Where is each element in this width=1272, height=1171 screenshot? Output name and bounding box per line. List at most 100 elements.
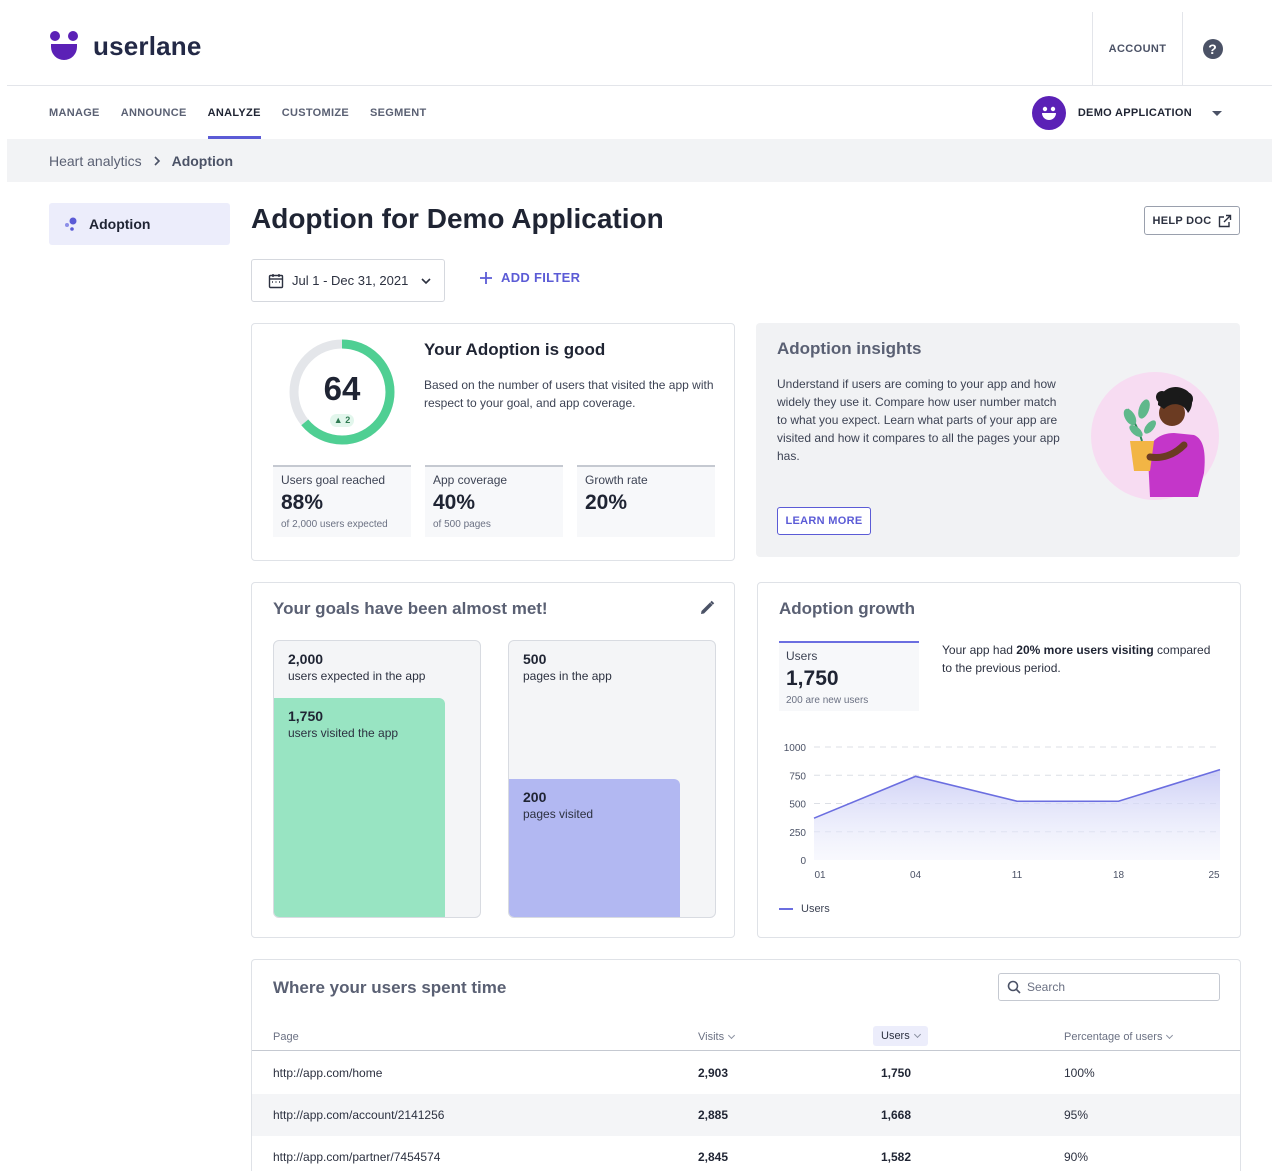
external-link-icon — [1218, 214, 1231, 227]
cell-percentage: 95% — [1064, 1108, 1089, 1122]
column-label: Page — [273, 1031, 299, 1043]
metric-value: 20% — [585, 491, 628, 514]
breadcrumb-current: Adoption — [171, 152, 234, 169]
metric-label: Growth rate — [585, 473, 648, 487]
users-visited-text: users visited the app — [288, 726, 399, 740]
pages-goal-box: 500 pages in the app 200 pages visited — [508, 640, 716, 918]
column-header-page[interactable]: Page — [273, 1031, 299, 1043]
metric-sub: of 500 pages — [433, 519, 491, 530]
insights-body: Understand if users are coming to your a… — [777, 377, 1060, 463]
table-title: Where your users spent time — [273, 978, 507, 997]
cell-users: 1,582 — [881, 1150, 912, 1164]
add-filter-label: ADD FILTER — [501, 270, 581, 285]
pages-visited-value: 200 — [523, 789, 547, 805]
chart-legend: Users — [779, 903, 830, 915]
column-label: Users — [881, 1030, 910, 1042]
x-tick-label: 18 — [1113, 870, 1125, 881]
cell-page[interactable]: http://app.com/partner/7454574 — [273, 1150, 440, 1164]
metric-label: Users goal reached — [281, 473, 386, 487]
y-tick-label: 250 — [789, 828, 806, 839]
sidebar-item-label: Adoption — [89, 216, 151, 232]
users-stat-label: Users — [786, 649, 818, 663]
nav-tab-announce[interactable]: ANNOUNCE — [121, 87, 187, 139]
metric-growth-rate: Growth rate 20% — [577, 465, 715, 537]
chevron-down-icon — [1166, 1031, 1174, 1040]
person-with-plant-illustration — [1091, 372, 1219, 500]
column-header-users[interactable]: Users — [873, 1026, 928, 1046]
insights-title: Adoption insights — [777, 339, 922, 358]
top-header: userlane ACCOUNT ? — [7, 0, 1272, 86]
cell-page[interactable]: http://app.com/account/2141256 — [273, 1108, 444, 1122]
x-tick-label: 01 — [814, 870, 826, 881]
nav-tab-segment[interactable]: SEGMENT — [370, 87, 427, 139]
plus-icon — [480, 271, 492, 284]
cell-visits: 2,903 — [698, 1066, 729, 1080]
userlane-logo-icon — [50, 31, 78, 60]
legend-swatch — [779, 908, 793, 910]
breadcrumb-parent[interactable]: Heart analytics — [49, 153, 142, 169]
pages-total: 500 pages in the app — [523, 651, 612, 683]
app-frame: userlane ACCOUNT ? MANAGE ANNOUNCE ANALYZE… — [7, 0, 1272, 1171]
adoption-score-gauge: 64 ▲ 2 — [288, 338, 396, 446]
score-title: Your Adoption is good — [424, 340, 606, 359]
metric-users-goal: Users goal reached 88% of 2,000 users ex… — [273, 465, 411, 537]
breadcrumb: Heart analytics Adoption — [7, 139, 1272, 182]
nav-tab-customize[interactable]: CUSTOMIZE — [282, 87, 349, 139]
y-tick-label: 1000 — [784, 743, 807, 754]
users-visited: 1,750 users visited the app — [288, 708, 398, 740]
nav-tabs: MANAGE ANNOUNCE ANALYZE CUSTOMIZE SEGMENT — [49, 87, 427, 139]
add-filter-button[interactable]: ADD FILTER — [479, 270, 580, 285]
calendar-icon — [268, 273, 284, 288]
userlane-logo[interactable]: userlane — [49, 30, 202, 62]
y-tick-label: 0 — [800, 856, 806, 867]
growth-text-bold: 20% more users visiting — [1016, 643, 1154, 657]
adoption-growth-card: Adoption growth Users 1,750 200 are new … — [757, 582, 1241, 938]
metric-label: App coverage — [433, 473, 508, 487]
x-tick-label: 25 — [1208, 870, 1220, 881]
cell-page[interactable]: http://app.com/home — [273, 1066, 382, 1080]
table-row[interactable]: http://app.com/partner/7454574 2,845 1,582… — [252, 1136, 1240, 1171]
goals-title: Your goals have been almost met! — [273, 599, 548, 618]
y-tick-label: 500 — [789, 800, 806, 811]
help-button[interactable]: ? — [1182, 12, 1242, 86]
cell-visits: 2,845 — [698, 1150, 729, 1164]
chevron-down-icon — [421, 277, 431, 284]
learn-more-button[interactable]: LEARN MORE — [777, 507, 871, 535]
users-visited-fill: 1,750 users visited the app — [274, 698, 445, 917]
table-row[interactable]: http://app.com/account/2141256 2,885 1,668… — [252, 1094, 1240, 1136]
app-switcher[interactable]: DEMO APPLICATION — [1031, 96, 1222, 130]
users-stat-sub: 200 are new users — [786, 695, 869, 706]
series-area-users — [814, 769, 1220, 860]
column-header-visits[interactable]: Visits — [698, 1031, 736, 1043]
metric-value: 40% — [433, 491, 476, 514]
date-range-picker[interactable]: Jul 1 - Dec 31, 2021 — [251, 259, 445, 302]
account-link[interactable]: ACCOUNT — [1092, 12, 1182, 86]
column-header-percentage[interactable]: Percentage of users — [1064, 1031, 1174, 1043]
pages-visited-text: pages visited — [523, 807, 594, 821]
pages-total-value: 500 — [523, 651, 547, 667]
metric-app-coverage: App coverage 40% of 500 pages — [425, 465, 563, 537]
cell-percentage: 100% — [1064, 1066, 1095, 1080]
chevron-down-icon — [913, 1030, 921, 1039]
x-tick-label: 11 — [1012, 870, 1023, 881]
search-input[interactable]: Search — [998, 973, 1220, 1001]
question-circle-icon: ? — [1202, 39, 1223, 59]
brand-name: userlane — [93, 30, 202, 61]
sidebar-item-adoption[interactable]: Adoption — [49, 203, 230, 245]
help-doc-button[interactable]: HELP DOC — [1144, 206, 1240, 235]
users-goal-box: 2,000 users expected in the app 1,750 us… — [273, 640, 481, 918]
smiley-icon — [1041, 106, 1056, 120]
goals-card: Your goals have been almost met! 2,000 u… — [251, 582, 735, 938]
column-label: Percentage of users — [1064, 1031, 1163, 1043]
y-tick-label: 750 — [789, 771, 806, 782]
legend-label: Users — [801, 903, 830, 915]
pages-total-text: pages in the app — [523, 669, 612, 683]
growth-text-pre: Your app had — [942, 643, 1017, 657]
nav-tab-manage[interactable]: MANAGE — [49, 87, 100, 139]
pages-visited-fill: 200 pages visited — [509, 779, 680, 917]
pencil-icon[interactable] — [698, 599, 716, 617]
users-expected-text: users expected in the app — [288, 669, 426, 683]
chevron-down-icon — [728, 1031, 736, 1040]
table-row[interactable]: http://app.com/home 2,903 1,750 100% — [252, 1052, 1240, 1094]
nav-tab-analyze[interactable]: ANALYZE — [207, 87, 261, 139]
